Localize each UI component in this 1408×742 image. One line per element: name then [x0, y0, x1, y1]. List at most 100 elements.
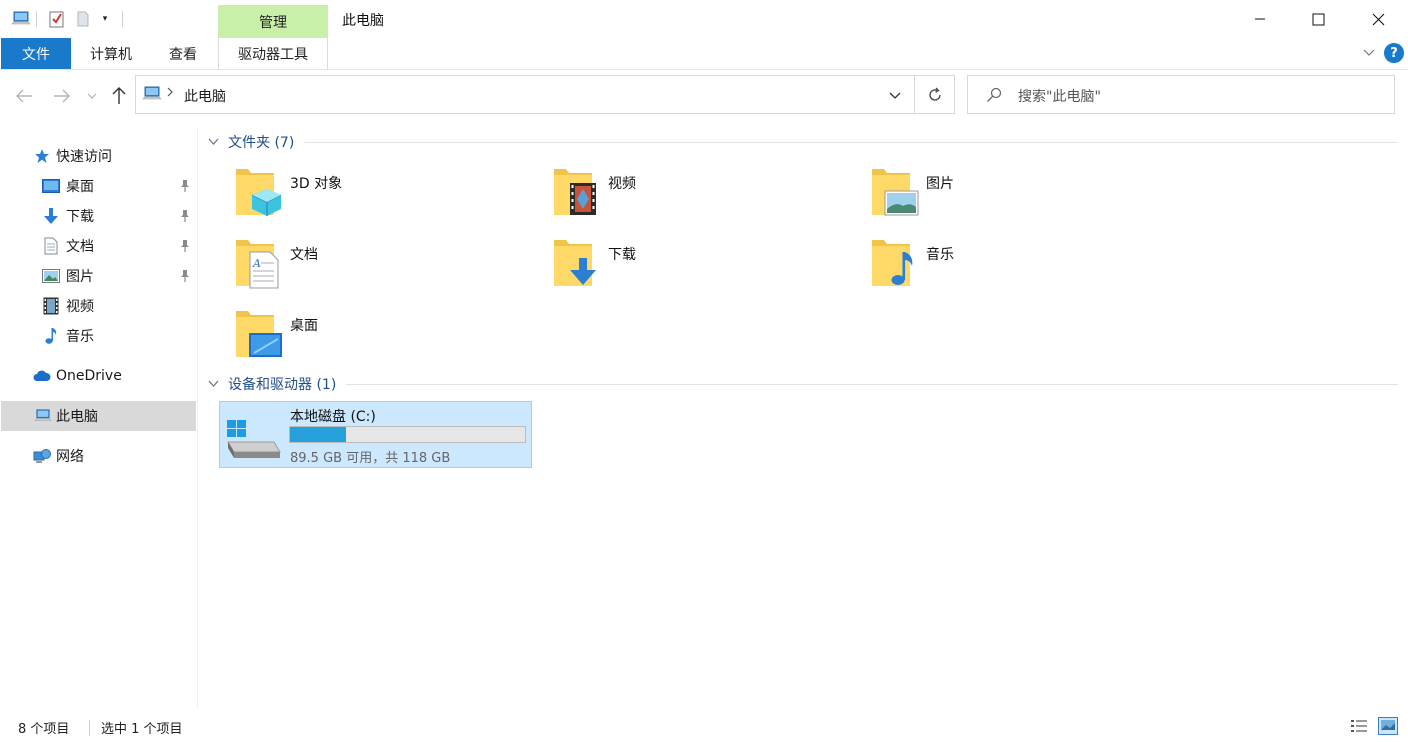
divider — [304, 141, 1398, 143]
recent-locations-button[interactable] — [82, 84, 102, 108]
divider — [346, 383, 1398, 385]
divider — [89, 720, 90, 736]
nav-label: 文档 — [66, 239, 94, 255]
search-box[interactable]: 搜索"此电脑" — [967, 75, 1395, 114]
folder-label: 视频 — [608, 176, 636, 192]
pin-icon[interactable] — [179, 269, 191, 283]
download-icon — [42, 207, 60, 225]
this-pc-icon — [34, 407, 52, 425]
new-folder-icon[interactable] — [75, 10, 91, 28]
customize-quick-access-icon[interactable]: ▾ — [99, 10, 111, 28]
chevron-down-icon — [889, 92, 901, 99]
nav-network[interactable]: 网络 — [1, 441, 196, 471]
video-folder-icon — [554, 169, 596, 215]
this-pc-icon[interactable] — [10, 10, 32, 28]
drive-item-c[interactable]: 本地磁盘 (C:) 89.5 GB 可用，共 118 GB — [219, 401, 532, 468]
folder-label: 文档 — [290, 247, 318, 263]
nav-item-documents[interactable]: 文档 — [1, 231, 196, 261]
folder-item[interactable]: 桌面 — [234, 307, 544, 371]
divider — [36, 11, 37, 27]
help-icon[interactable]: ? — [1384, 43, 1404, 63]
nav-label: 此电脑 — [56, 409, 98, 425]
folder-item[interactable]: 3D 对象 — [234, 165, 544, 229]
tab-drive-tools[interactable]: 驱动器工具 — [218, 38, 328, 69]
maximize-button[interactable] — [1288, 0, 1348, 38]
3d-objects-folder-icon — [236, 169, 282, 216]
nav-this-pc[interactable]: 此电脑 — [1, 401, 196, 431]
cloud-icon — [33, 367, 51, 385]
nav-item-pictures[interactable]: 图片 — [1, 261, 196, 291]
pin-icon[interactable] — [179, 209, 191, 223]
search-placeholder[interactable]: 搜索"此电脑" — [1018, 86, 1101, 106]
nav-label: 桌面 — [66, 179, 94, 195]
divider — [122, 11, 123, 27]
nav-label: 视频 — [66, 299, 94, 315]
group-title: 设备和驱动器 (1) — [228, 377, 337, 393]
navigation-pane: 快速访问 桌面 下载 文档 图片 视频 音乐 OneDrive 此电脑 网络 — [0, 128, 198, 708]
chevron-down-icon[interactable] — [208, 380, 222, 388]
chevron-down-icon — [87, 93, 97, 99]
desktop-icon — [42, 177, 60, 195]
large-icons-view-button[interactable] — [1378, 717, 1398, 739]
download-folder-icon — [554, 240, 596, 286]
breadcrumb-this-pc[interactable]: 此电脑 — [184, 86, 226, 106]
nav-quick-access[interactable]: 快速访问 — [1, 141, 196, 171]
svg-text:A: A — [252, 257, 261, 270]
nav-item-videos[interactable]: 视频 — [1, 291, 196, 321]
document-folder-icon: A — [236, 240, 279, 289]
group-header-folders[interactable]: 文件夹 (7) — [208, 131, 1398, 153]
folder-item[interactable]: 图片 — [870, 165, 1180, 229]
tab-manage[interactable]: 管理 — [218, 5, 328, 38]
forward-button[interactable] — [50, 84, 74, 108]
group-title: 文件夹 (7) — [228, 135, 295, 151]
address-history-dropdown[interactable] — [888, 89, 902, 105]
pin-icon[interactable] — [179, 239, 191, 253]
chevron-down-icon[interactable] — [208, 138, 222, 146]
tab-view[interactable]: 查看 — [150, 38, 216, 69]
minimize-button[interactable] — [1230, 0, 1290, 38]
folder-item[interactable]: 音乐 — [870, 236, 1180, 300]
folder-item[interactable]: A 文档 — [234, 236, 544, 300]
refresh-icon — [928, 87, 941, 101]
nav-item-desktop[interactable]: 桌面 — [1, 171, 196, 201]
properties-icon[interactable] — [48, 10, 66, 28]
drive-free-space: 89.5 GB 可用，共 118 GB — [290, 451, 451, 466]
desktop-folder-icon — [236, 311, 282, 357]
up-button[interactable] — [107, 84, 131, 108]
nav-item-music[interactable]: 音乐 — [1, 321, 196, 351]
status-item-count: 8 个项目 — [18, 722, 70, 737]
details-view-icon — [1351, 720, 1367, 732]
music-icon — [42, 327, 60, 345]
this-pc-icon — [142, 86, 162, 106]
picture-icon — [42, 267, 60, 285]
drive-usage-bar — [289, 426, 526, 443]
nav-label: 快速访问 — [56, 149, 112, 165]
breadcrumb-separator-icon[interactable] — [166, 86, 174, 102]
drive-label: 本地磁盘 (C:) — [290, 409, 376, 425]
folder-label: 下载 — [608, 247, 636, 263]
drive-usage-fill — [290, 427, 347, 442]
back-arrow-icon — [16, 89, 32, 103]
refresh-button[interactable] — [915, 75, 955, 114]
folder-item[interactable]: 下载 — [552, 236, 862, 300]
address-bar[interactable]: 此电脑 — [135, 75, 915, 114]
back-button[interactable] — [12, 84, 36, 108]
maximize-icon — [1312, 13, 1324, 25]
folder-item[interactable]: 视频 — [552, 165, 862, 229]
pin-icon[interactable] — [179, 179, 191, 193]
tab-file[interactable]: 文件 — [1, 38, 71, 69]
tab-computer[interactable]: 计算机 — [76, 38, 146, 69]
close-icon — [1372, 13, 1384, 25]
details-view-button[interactable] — [1350, 718, 1368, 738]
music-folder-icon — [872, 240, 913, 286]
nav-item-downloads[interactable]: 下载 — [1, 201, 196, 231]
star-icon — [33, 147, 51, 165]
nav-label: 网络 — [56, 449, 84, 465]
forward-arrow-icon — [54, 89, 70, 103]
nav-label: 下载 — [66, 209, 94, 225]
nav-onedrive[interactable]: OneDrive — [1, 361, 196, 391]
close-button[interactable] — [1348, 0, 1408, 38]
group-header-drives[interactable]: 设备和驱动器 (1) — [208, 373, 1398, 395]
status-selection-count: 选中 1 个项目 — [101, 722, 183, 737]
expand-ribbon-icon[interactable] — [1362, 45, 1376, 62]
